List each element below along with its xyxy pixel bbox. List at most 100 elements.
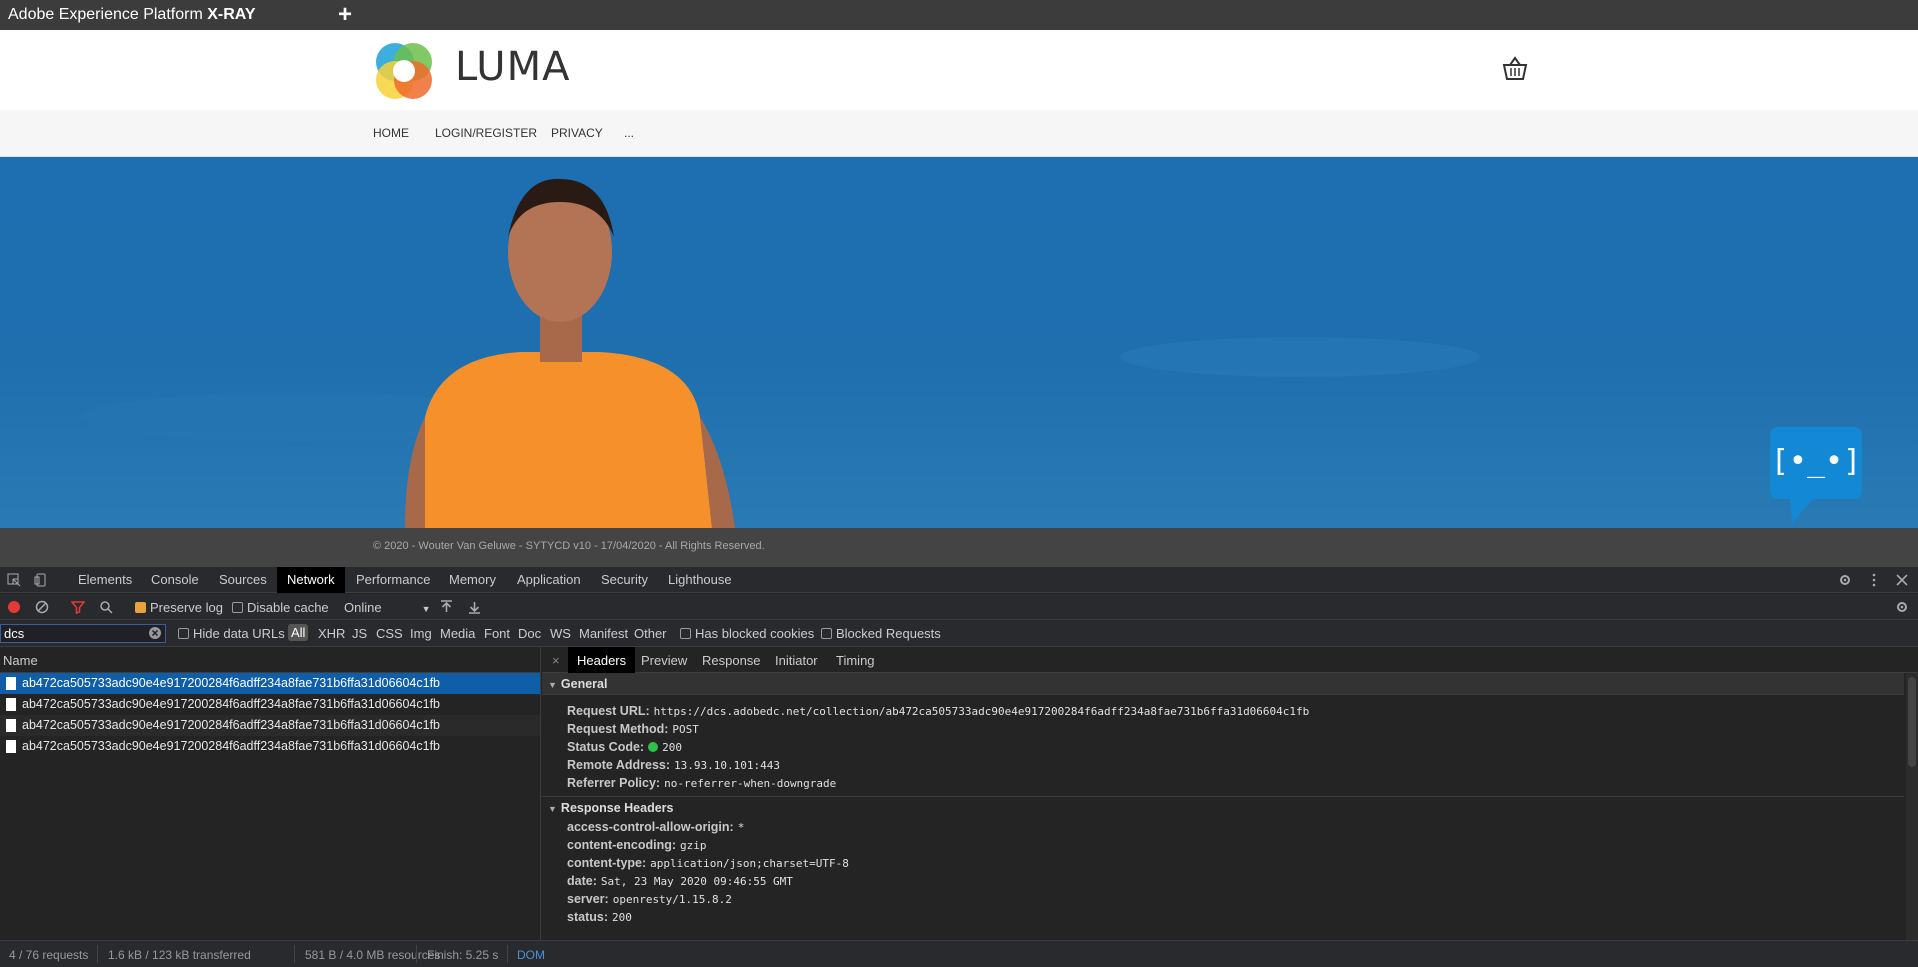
preserve-log-checkbox[interactable]: Preserve log bbox=[135, 600, 223, 615]
chevron-down-icon: ▼ bbox=[421, 604, 431, 614]
filter-type-css[interactable]: CSS bbox=[376, 626, 403, 641]
clear-icon[interactable] bbox=[35, 600, 49, 614]
hide-data-urls-checkbox[interactable]: Hide data URLs bbox=[178, 626, 285, 641]
response-headers-title: Response Headers bbox=[560, 801, 674, 815]
more-menu-icon[interactable] bbox=[1867, 573, 1881, 587]
response-header-row: status: 200 bbox=[567, 910, 632, 924]
footer-text: © 2020 - Wouter Van Geluwe - SYTYCD v10 … bbox=[373, 540, 765, 552]
device-toolbar-icon[interactable] bbox=[34, 573, 48, 587]
request-row[interactable]: ab472ca505733adc90e4e917200284f6adff234a… bbox=[0, 694, 540, 715]
header-value: POST bbox=[672, 723, 699, 736]
app-title-bar: Adobe Experience Platform X-RAY + bbox=[0, 0, 1918, 30]
filter-icon[interactable] bbox=[71, 600, 85, 614]
general-title: General bbox=[560, 677, 608, 691]
request-url-row: Request URL: https://dcs.adobedc.net/coll… bbox=[567, 704, 1309, 718]
filter-type-doc[interactable]: Doc bbox=[518, 626, 541, 641]
network-status-bar: 4 / 76 requests 1.6 kB / 123 kB transfer… bbox=[0, 940, 1918, 967]
status-ok-icon bbox=[648, 742, 659, 752]
disable-cache-checkbox[interactable]: Disable cache bbox=[232, 600, 329, 615]
app-title-prefix: Adobe Experience Platform bbox=[8, 6, 208, 23]
tab-response[interactable]: Response bbox=[702, 653, 761, 668]
transferred-size: 1.6 kB / 123 kB transferred bbox=[108, 948, 251, 962]
header-value: no-referrer-when-downgrade bbox=[664, 777, 837, 790]
details-scrollbar[interactable] bbox=[1906, 673, 1918, 940]
hide-data-urls-label: Hide data URLs bbox=[193, 626, 285, 641]
filter-type-other[interactable]: Other bbox=[634, 626, 667, 641]
settings-gear-icon[interactable] bbox=[1838, 573, 1852, 587]
tab-elements[interactable]: Elements bbox=[78, 572, 132, 587]
close-devtools-icon[interactable] bbox=[1895, 573, 1909, 587]
inspect-element-icon[interactable] bbox=[7, 573, 21, 587]
tab-performance[interactable]: Performance bbox=[356, 572, 430, 587]
hide-data-urls-check-icon bbox=[178, 628, 189, 639]
filter-type-ws[interactable]: WS bbox=[550, 626, 571, 641]
header-value: * bbox=[737, 821, 745, 834]
filter-type-js[interactable]: JS bbox=[352, 626, 367, 641]
record-icon[interactable] bbox=[7, 600, 21, 614]
status-code-row: Status Code: 200 bbox=[567, 740, 682, 754]
header-value: gzip bbox=[680, 839, 707, 852]
app-title-bold: X-RAY bbox=[207, 6, 256, 23]
response-header-row: date: Sat, 23 May 2020 09:46:55 GMT bbox=[567, 874, 793, 888]
preserve-log-check-icon bbox=[135, 602, 146, 613]
status-divider bbox=[294, 945, 295, 963]
tab-network[interactable]: Network bbox=[277, 567, 345, 593]
tab-timing[interactable]: Timing bbox=[836, 653, 875, 668]
request-row[interactable]: ab472ca505733adc90e4e917200284f6adff234a… bbox=[0, 715, 540, 736]
tab-security[interactable]: Security bbox=[601, 572, 648, 587]
filter-type-manifest[interactable]: Manifest bbox=[579, 626, 628, 641]
filter-input[interactable] bbox=[0, 624, 166, 643]
network-settings-gear-icon[interactable] bbox=[1895, 600, 1909, 614]
general-section-header[interactable]: ▼ General bbox=[542, 673, 1904, 695]
tab-memory[interactable]: Memory bbox=[449, 572, 496, 587]
response-headers-section-header[interactable]: ▼ Response Headers bbox=[542, 797, 1904, 819]
chatbot-face: [•_•] bbox=[1771, 444, 1861, 479]
filter-type-all[interactable]: All bbox=[288, 624, 309, 641]
header-key: date: bbox=[567, 874, 597, 888]
tab-preview[interactable]: Preview bbox=[641, 653, 687, 668]
scrollbar-thumb[interactable] bbox=[1908, 677, 1916, 767]
export-har-icon[interactable] bbox=[468, 600, 481, 614]
status-divider bbox=[416, 945, 417, 963]
luma-logo-icon[interactable] bbox=[373, 40, 435, 102]
tab-application[interactable]: Application bbox=[517, 572, 581, 587]
nav-home[interactable]: HOME bbox=[373, 126, 409, 140]
filter-type-img[interactable]: Img bbox=[410, 626, 432, 641]
header-key: content-encoding: bbox=[567, 838, 677, 852]
throttling-select[interactable]: Online ▼ bbox=[344, 600, 431, 615]
has-blocked-cookies-checkbox[interactable]: Has blocked cookies bbox=[680, 626, 814, 641]
new-tab-button[interactable]: + bbox=[338, 1, 352, 29]
header-value: 200 bbox=[611, 911, 632, 924]
blocked-requests-checkbox[interactable]: Blocked Requests bbox=[821, 626, 941, 641]
chatbot-icon[interactable]: [•_•] bbox=[1770, 427, 1862, 523]
filter-type-font[interactable]: Font bbox=[484, 626, 510, 641]
has-blocked-cookies-check-icon bbox=[680, 628, 691, 639]
resources-size: 581 B / 4.0 MB resources bbox=[305, 948, 441, 962]
header-key: Request Method: bbox=[567, 722, 669, 736]
close-details-icon[interactable]: × bbox=[552, 653, 560, 668]
nav-more[interactable]: ... bbox=[624, 126, 634, 140]
filter-type-media[interactable]: Media bbox=[440, 626, 475, 641]
clear-filter-icon[interactable] bbox=[149, 627, 161, 639]
nav-login-register[interactable]: LOGIN/REGISTER bbox=[435, 126, 537, 140]
request-row[interactable]: ab472ca505733adc90e4e917200284f6adff234a… bbox=[0, 736, 540, 757]
header-value: Sat, 23 May 2020 09:46:55 GMT bbox=[600, 875, 793, 888]
tab-headers[interactable]: Headers bbox=[568, 647, 636, 673]
request-method-row: Request Method: POST bbox=[567, 722, 699, 736]
column-header-name[interactable]: Name bbox=[0, 647, 540, 673]
cart-icon[interactable] bbox=[1502, 56, 1528, 82]
app-title: Adobe Experience Platform X-RAY bbox=[8, 6, 256, 24]
request-name: ab472ca505733adc90e4e917200284f6adff234a… bbox=[22, 676, 441, 690]
search-icon[interactable] bbox=[99, 600, 113, 614]
tab-console[interactable]: Console bbox=[151, 572, 199, 587]
nav-privacy[interactable]: PRIVACY bbox=[551, 126, 603, 140]
import-har-icon[interactable] bbox=[440, 600, 453, 614]
response-header-row: content-encoding: gzip bbox=[567, 838, 707, 852]
tab-initiator[interactable]: Initiator bbox=[775, 653, 818, 668]
tab-lighthouse[interactable]: Lighthouse bbox=[668, 572, 732, 587]
request-row[interactable]: ab472ca505733adc90e4e917200284f6adff234a… bbox=[0, 673, 540, 694]
filter-type-xhr[interactable]: XHR bbox=[318, 626, 345, 641]
tab-sources[interactable]: Sources bbox=[219, 572, 267, 587]
header-value: 13.93.10.101:443 bbox=[674, 759, 781, 772]
brand-name[interactable]: LUMA bbox=[455, 44, 570, 90]
